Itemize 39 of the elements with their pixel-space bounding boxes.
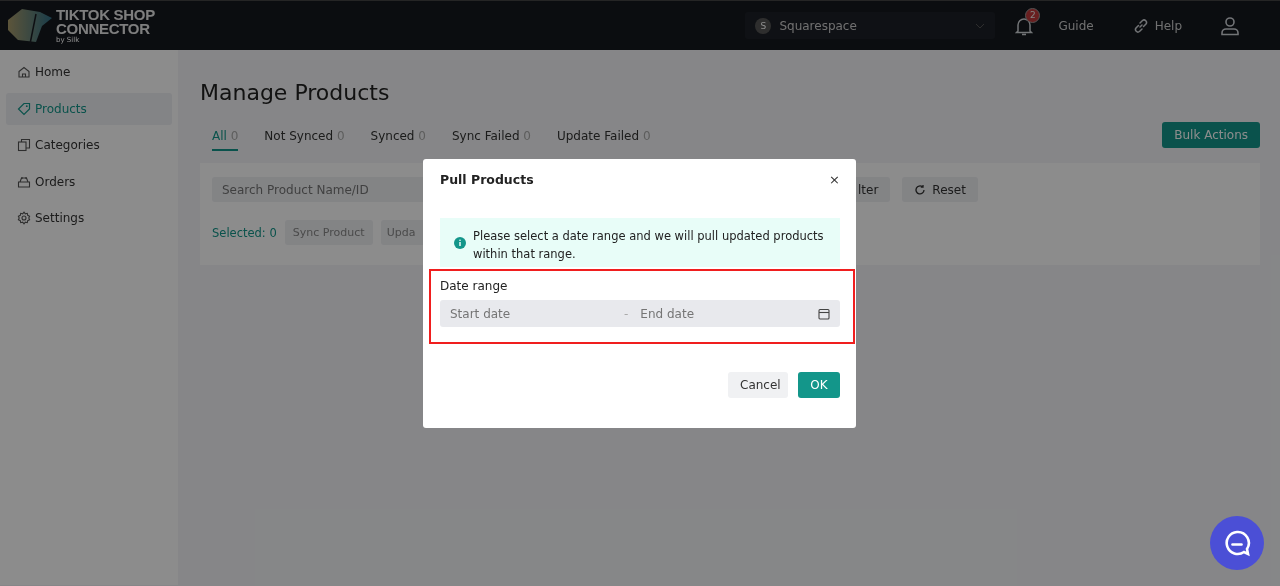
selection-count: Selected: 0 xyxy=(212,225,277,240)
store-select[interactable]: S Squarespace xyxy=(745,12,996,39)
info-text: Please select a date range and we will pull updated products within that range. xyxy=(473,228,825,263)
sidebar-item[interactable]: Products xyxy=(6,92,172,125)
page-title: Manage Products xyxy=(200,79,391,107)
start-date-input[interactable]: Start date xyxy=(450,306,620,321)
dialog-title: Pull Products xyxy=(440,171,534,187)
user-icon[interactable] xyxy=(1220,15,1240,36)
logo-text: CONNECTOR xyxy=(56,21,150,36)
calendar-icon xyxy=(818,307,830,320)
guide-link[interactable]: Guide xyxy=(1058,18,1094,33)
sidebar-item[interactable]: Home xyxy=(6,56,172,89)
refresh-icon xyxy=(914,183,927,196)
gear-icon xyxy=(17,211,31,226)
cancel-button[interactable]: Cancel xyxy=(728,372,788,398)
reset-button[interactable]: Reset xyxy=(902,177,978,202)
end-date-input[interactable]: End date xyxy=(640,306,811,321)
range-separator: - xyxy=(624,306,629,321)
close-button[interactable]: × xyxy=(829,171,840,187)
sidebar-item[interactable]: Orders xyxy=(6,165,172,198)
help-link[interactable]: Help xyxy=(1131,16,1182,35)
field-label: Date range xyxy=(440,279,509,293)
sidebar-item[interactable]: Settings xyxy=(6,202,172,235)
notification-badge: 2 xyxy=(1025,7,1041,23)
chevron-down-icon xyxy=(975,22,986,29)
basket-icon xyxy=(17,174,31,189)
chat-button[interactable] xyxy=(1210,516,1264,570)
copy-icon xyxy=(17,138,31,153)
store-name: Squarespace xyxy=(779,18,858,33)
info-icon xyxy=(454,237,466,249)
action-button[interactable]: Sync Product xyxy=(284,220,373,245)
sidebar-item[interactable]: Categories xyxy=(6,129,172,162)
bulk-actions-button[interactable]: Bulk Actions xyxy=(1162,122,1260,148)
logo-text: TIKTOK SHOP xyxy=(56,7,155,22)
tag-icon xyxy=(17,101,31,116)
home-icon xyxy=(17,65,31,80)
ok-button[interactable]: OK xyxy=(798,372,840,398)
store-avatar: S xyxy=(755,17,772,34)
chat-icon xyxy=(1223,529,1251,557)
